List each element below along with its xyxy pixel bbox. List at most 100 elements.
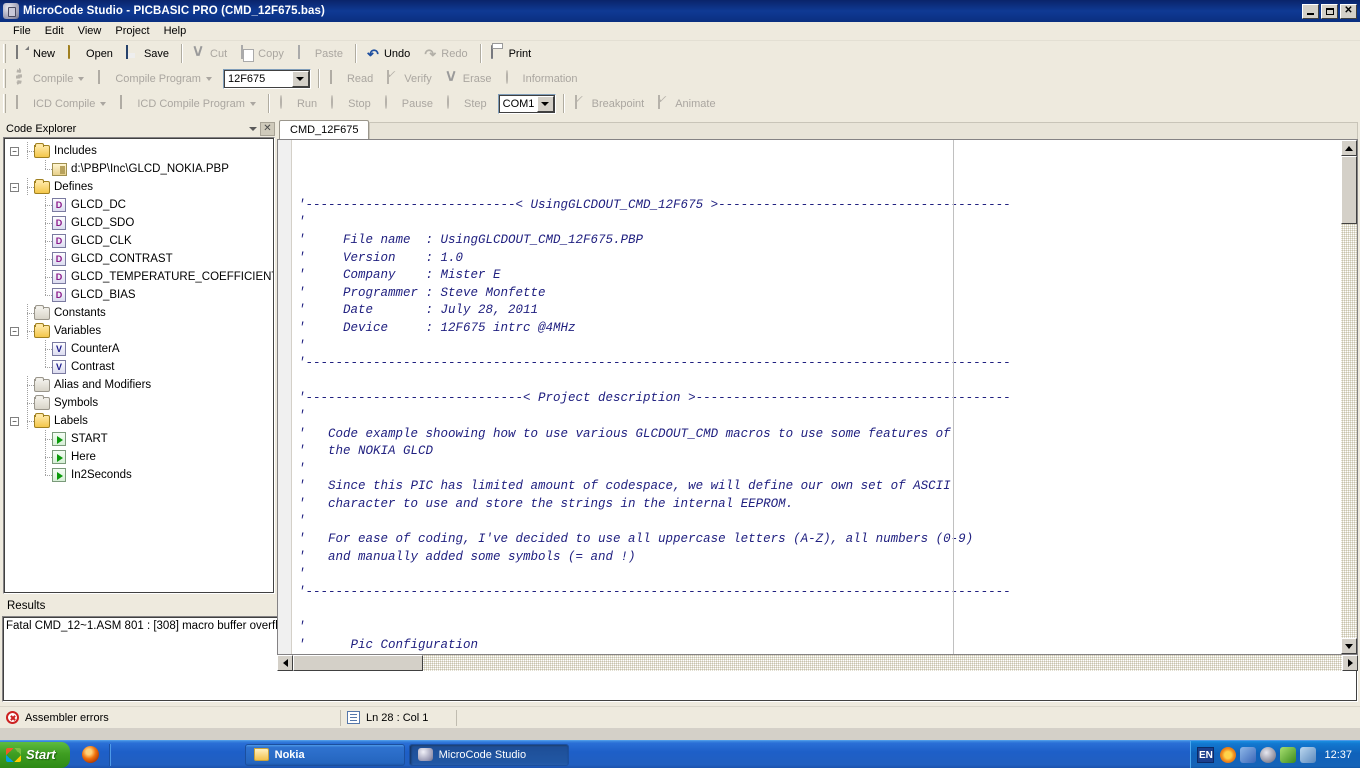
tree-collapse-toggle[interactable]: −	[10, 327, 19, 336]
tree-node[interactable]: Symbols	[4, 394, 274, 412]
tree-collapse-toggle[interactable]: −	[10, 417, 19, 426]
tree-node[interactable]: − Labels	[4, 412, 274, 430]
status-errors[interactable]: Assembler errors	[0, 709, 340, 727]
toolbar-separator	[318, 69, 320, 88]
chevron-down-icon[interactable]	[206, 77, 212, 81]
menu-help[interactable]: Help	[157, 23, 194, 39]
editor-tabstrip: CMD_12F675	[277, 120, 1358, 139]
menu-view[interactable]: View	[71, 23, 109, 39]
tree-node[interactable]: DGLCD_CONTRAST	[4, 250, 274, 268]
tree-node[interactable]: START	[4, 430, 274, 448]
code-line: ' Date : July 28, 2011	[292, 302, 1341, 320]
tree-node[interactable]: −Includes	[4, 142, 274, 160]
task-microcode-studio[interactable]: MicroCode Studio	[409, 744, 569, 766]
display-icon[interactable]	[1300, 747, 1316, 763]
network-icon[interactable]	[1240, 747, 1256, 763]
tree-connector	[22, 304, 34, 322]
task-nokia[interactable]: Nokia	[245, 744, 405, 766]
close-button[interactable]: ✕	[1340, 4, 1357, 19]
compile-button[interactable]: Compile	[10, 68, 91, 89]
minimize-button[interactable]	[1302, 4, 1319, 19]
print-button[interactable]: Print	[486, 43, 539, 64]
pause-button: Pause	[379, 93, 440, 114]
tree-node[interactable]: DGLCD_TEMPERATURE_COEFFICIENT	[4, 268, 274, 286]
tree-connector	[22, 322, 34, 340]
disk-icon[interactable]	[1260, 747, 1276, 763]
save-button[interactable]: Save	[121, 43, 176, 64]
compile-program-label: Compile Program	[115, 73, 201, 85]
editor-horizontal-scrollbar[interactable]	[277, 655, 1358, 671]
chevron-down-icon[interactable]	[292, 71, 309, 87]
tree-node[interactable]: −Variables	[4, 322, 274, 340]
menu-edit[interactable]: Edit	[38, 23, 71, 39]
editor-vertical-scrollbar[interactable]	[1341, 140, 1357, 654]
new-button[interactable]: New	[10, 43, 62, 64]
code-line: ' and manually added some symbols (= and…	[292, 549, 1341, 567]
usb-icon[interactable]	[1280, 747, 1296, 763]
menu-file[interactable]: File	[6, 23, 38, 39]
tree-node-label: Defines	[54, 181, 93, 193]
code-editor[interactable]: '----------------------------< UsingGLCD…	[277, 139, 1358, 655]
vscroll-track[interactable]	[1341, 156, 1357, 638]
compile-program-icon	[96, 71, 112, 87]
tree-node[interactable]: DGLCD_DC	[4, 196, 274, 214]
tree-node-label: Labels	[54, 415, 88, 427]
taskbar: Start Nokia MicroCode Studio EN 12:37	[0, 740, 1360, 768]
tree-node[interactable]: DGLCD_CLK	[4, 232, 274, 250]
tree-node[interactable]: DGLCD_BIAS	[4, 286, 274, 304]
panel-menu-button[interactable]	[246, 122, 260, 136]
taskbar-clock[interactable]: 12:37	[1324, 749, 1352, 761]
code-text-area[interactable]: '----------------------------< UsingGLCD…	[292, 140, 1341, 654]
tree-node[interactable]: − Defines	[4, 178, 274, 196]
application-window: MicroCode Studio - PICBASIC PRO (CMD_12F…	[0, 0, 1360, 768]
tree-collapse-toggle[interactable]: −	[10, 183, 19, 192]
language-indicator[interactable]: EN	[1197, 747, 1214, 763]
pause-icon	[383, 96, 399, 112]
toolbar-grip[interactable]	[3, 94, 6, 113]
hscroll-thumb[interactable]	[293, 655, 423, 671]
scroll-down-button[interactable]	[1341, 638, 1357, 654]
scroll-right-button[interactable]	[1342, 655, 1358, 671]
label-icon	[52, 468, 66, 482]
scroll-up-button[interactable]	[1341, 140, 1357, 156]
undo-button[interactable]: ↶ Undo	[361, 43, 417, 64]
code-explorer-tree[interactable]: −Includesd:\PBP\Inc\GLCD_NOKIA.PBP − Defin…	[3, 137, 275, 594]
toolbar-separator	[563, 94, 565, 113]
avg-icon[interactable]	[1220, 747, 1236, 763]
tree-node[interactable]: DGLCD_SDO	[4, 214, 274, 232]
vscroll-thumb[interactable]	[1341, 156, 1357, 224]
copy-icon	[239, 46, 255, 62]
read-button: Read	[324, 68, 380, 89]
step-label: Step	[464, 98, 487, 110]
code-explorer-header: Code Explorer ✕	[3, 120, 275, 137]
firefox-icon[interactable]	[82, 746, 99, 763]
com-port-selector[interactable]: COM1	[498, 94, 556, 114]
chevron-down-icon[interactable]	[537, 96, 554, 112]
status-position: Ln 28 : Col 1	[341, 709, 456, 727]
tree-node[interactable]: Here	[4, 448, 274, 466]
breakpoint-button: Breakpoint	[569, 93, 652, 114]
start-button[interactable]: Start	[0, 742, 70, 768]
chevron-down-icon[interactable]	[78, 77, 84, 81]
scroll-left-button[interactable]	[277, 655, 293, 671]
toolbar-grip[interactable]	[3, 44, 6, 63]
tree-node[interactable]: In2Seconds	[4, 466, 274, 484]
code-line: '	[292, 338, 1341, 356]
tab-cmd-12f675[interactable]: CMD_12F675	[279, 120, 369, 139]
close-panel-icon[interactable]: ✕	[260, 122, 275, 136]
maximize-button[interactable]	[1321, 4, 1338, 19]
tree-node-label: Constants	[54, 307, 106, 319]
compile-program-button[interactable]: Compile Program	[92, 68, 219, 89]
device-selector[interactable]: 12F675	[223, 69, 311, 89]
toolbar-grip[interactable]	[3, 69, 6, 88]
tree-node[interactable]: VContrast	[4, 358, 274, 376]
tree-node[interactable]: Constants	[4, 304, 274, 322]
menu-project[interactable]: Project	[108, 23, 156, 39]
hscroll-track[interactable]	[293, 655, 1342, 671]
tree-node[interactable]: d:\PBP\Inc\GLCD_NOKIA.PBP	[4, 160, 274, 178]
tree-node[interactable]: Alias and Modifiers	[4, 376, 274, 394]
open-button[interactable]: Open	[63, 43, 120, 64]
tree-collapse-toggle[interactable]: −	[10, 147, 19, 156]
breakpoint-label: Breakpoint	[592, 98, 645, 110]
tree-node[interactable]: VCounterA	[4, 340, 274, 358]
